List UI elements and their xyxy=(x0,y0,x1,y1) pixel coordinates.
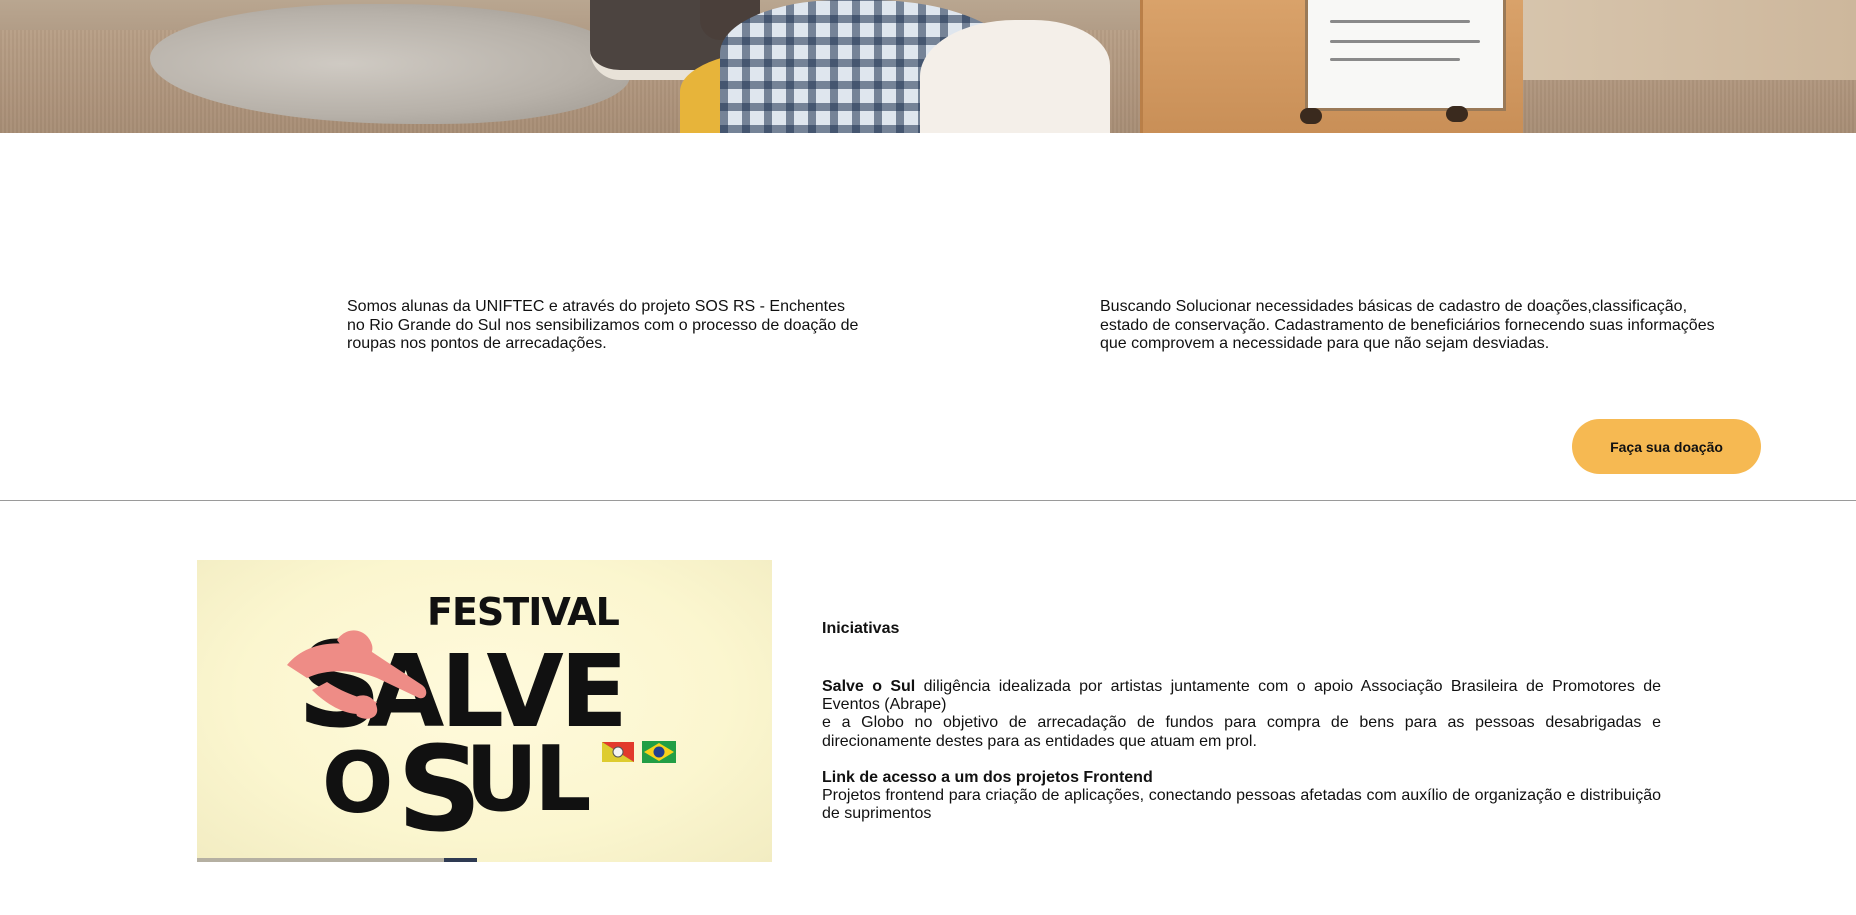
frontend-link-title-text[interactable]: Link de acesso a um dos projetos Fronten… xyxy=(822,769,1153,786)
section-divider xyxy=(0,500,1856,501)
frontend-link-title[interactable]: Link de acesso a um dos projetos Fronten… xyxy=(822,769,1661,787)
festival-salve-o-sul-image[interactable]: FESTIVAL S ALVE O S UL xyxy=(197,560,772,862)
carousel-progress-track xyxy=(197,858,477,862)
globo-paragraph: e a Globo no objetivo de arrecadação de … xyxy=(822,714,1661,750)
hero-white-shirt xyxy=(920,20,1110,133)
hero-image xyxy=(0,0,1856,133)
festival-logo: FESTIVAL S ALVE O S UL xyxy=(287,590,676,858)
box-handle-hole xyxy=(1446,106,1468,122)
salve-o-sul-paragraph: Salve o Sul diligência idealizada por ar… xyxy=(822,678,1661,714)
sul-word: UL xyxy=(465,727,589,832)
page: Somos alunas da UNIFTEC e através do pro… xyxy=(0,0,1856,915)
label-line xyxy=(1330,58,1460,61)
salve-o-sul-name: Salve o Sul xyxy=(822,678,916,695)
hero-wood-floor xyxy=(1480,0,1856,80)
o-letter: O xyxy=(322,734,393,832)
donate-button[interactable]: Faça sua doação xyxy=(1572,419,1761,474)
box-handle-hole xyxy=(1300,108,1322,124)
initiatives-heading: Iniciativas xyxy=(822,620,900,637)
festival-word: FESTIVAL xyxy=(427,590,620,634)
initiatives-body: Salve o Sul diligência idealizada por ar… xyxy=(822,678,1661,823)
hero-box-label xyxy=(1305,0,1506,111)
goal-text: Buscando Solucionar necessidades básicas… xyxy=(1100,298,1715,352)
label-line xyxy=(1330,20,1470,23)
label-line xyxy=(1330,40,1480,43)
frontend-link-description: Projetos frontend para criação de aplica… xyxy=(822,787,1661,823)
rs-flag-icon xyxy=(602,742,634,762)
carousel-progress-indicator xyxy=(444,858,477,862)
brazil-flag-icon xyxy=(642,741,676,763)
about-text: Somos alunas da UNIFTEC e através do pro… xyxy=(347,298,859,352)
salve-o-sul-description: diligência idealizada por artistas junta… xyxy=(822,678,1661,714)
